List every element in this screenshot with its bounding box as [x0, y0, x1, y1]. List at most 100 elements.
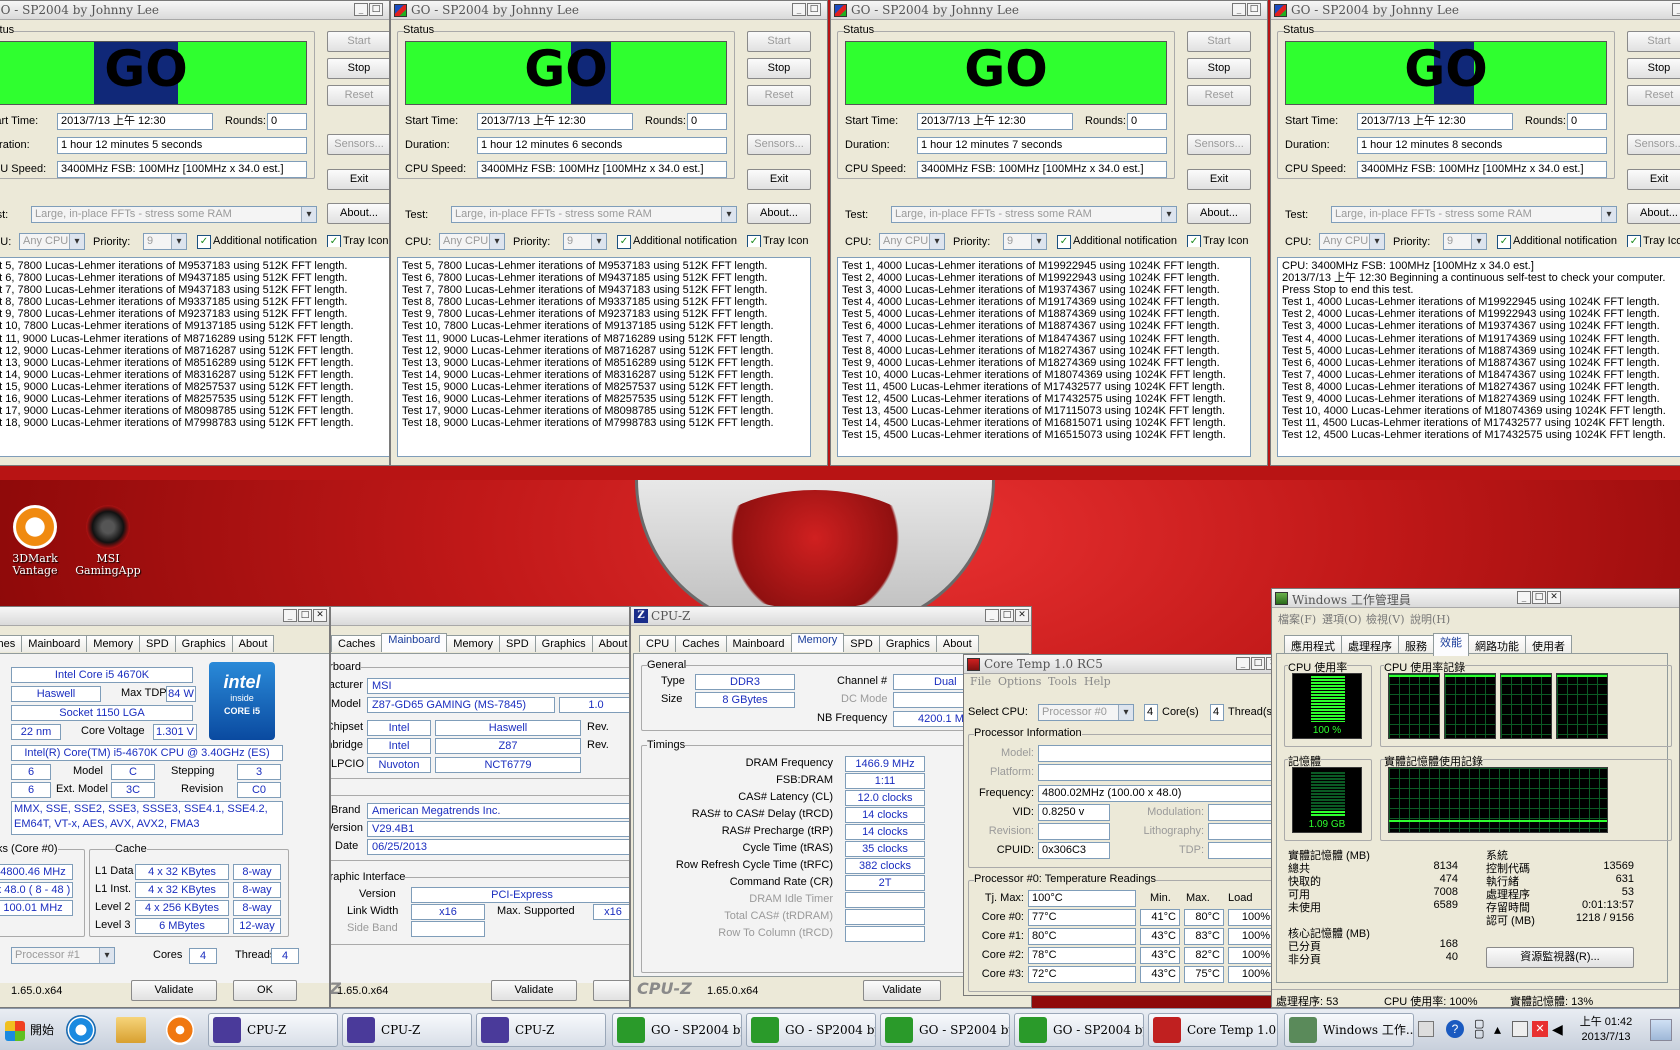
internet-explorer-icon[interactable] [66, 1015, 96, 1045]
cpu-select[interactable]: Any CPU [439, 233, 505, 250]
menu-item[interactable]: 選項(O) [1322, 611, 1362, 627]
clock[interactable]: 上午 01:42 2013/7/13 [1570, 1015, 1642, 1045]
test-type-select[interactable]: Large, in-place FFTs - stress some RAM [451, 206, 737, 223]
show-hidden-icons[interactable]: ▴ [1494, 1021, 1501, 1038]
title-bar[interactable]: GO - SP2004 by Johnny Lee _□ [831, 1, 1267, 20]
sp2004-window[interactable]: GO - SP2004 by Johnny Lee _□ Status GO St… [830, 0, 1268, 466]
tab-caches[interactable]: Caches [675, 635, 727, 652]
minimize-button[interactable]: _ [1232, 3, 1246, 16]
title-bar[interactable]: GO - SP2004 by Johnny Lee _□ [391, 1, 827, 20]
start-button[interactable]: 開始 [2, 1013, 54, 1047]
show-desktop-button[interactable] [1650, 1019, 1672, 1041]
reset-button[interactable]: Reset [1627, 85, 1680, 106]
validate-button[interactable]: Validate [863, 980, 941, 1001]
minimize-button[interactable]: _ [1236, 657, 1250, 670]
tray-icon-checkbox[interactable]: Tray Icon [1627, 235, 1680, 247]
cpuz-window-cpu[interactable]: _□✕ Caches Mainboard Memory SPD Graphics… [0, 606, 330, 1008]
taskbar-item[interactable]: CPU-Z [208, 1013, 338, 1047]
stop-button[interactable]: Stop [327, 58, 389, 79]
network-error-icon[interactable]: ✕ [1532, 1021, 1548, 1037]
tab-caches[interactable]: Caches [0, 635, 23, 652]
reset-button[interactable]: Reset [747, 85, 811, 106]
cpu-select[interactable]: Any CPU [1319, 233, 1385, 250]
stop-button[interactable]: Stop [1627, 58, 1680, 79]
start-button[interactable]: Start [327, 31, 389, 52]
exit-button[interactable]: Exit [747, 169, 811, 190]
taskbar-item[interactable]: Core Temp 1.0 ... [1148, 1013, 1278, 1047]
ok-button[interactable]: OK [233, 980, 297, 1001]
about-button[interactable]: About... [747, 203, 811, 224]
sp2004-window[interactable]: GO - SP2004 by Johnny Lee _□ Status GO St… [390, 0, 828, 466]
task-manager-window[interactable]: Windows 工作管理員 _ □ ✕ 檔案(F) 選項(O) 檢視(V) 說明(H) 應用… [1271, 588, 1680, 1008]
cpuz-window-mainboard[interactable]: Caches Mainboard Memory SPD Graphics Abo… [330, 606, 630, 1008]
priority-select[interactable]: 9 [1003, 233, 1047, 250]
processor-select[interactable]: Processor #1 [11, 947, 115, 964]
exit-button[interactable]: Exit [327, 169, 389, 190]
minimize-button[interactable]: _ [283, 609, 297, 622]
tab-about[interactable]: About [935, 635, 979, 652]
test-type-select[interactable]: Large, in-place FFTs - stress some RAM [1331, 206, 1617, 223]
test-type-select[interactable]: Large, in-place FFTs - stress some RAM [891, 206, 1177, 223]
start-button[interactable]: Start [747, 31, 811, 52]
tray-icon-checkbox[interactable]: Tray Icon [327, 235, 389, 247]
ok-button[interactable] [593, 980, 629, 1001]
maximize-button[interactable]: □ [807, 3, 821, 16]
tab-caches[interactable]: Caches [331, 635, 383, 652]
maximize-button[interactable]: □ [1532, 591, 1546, 604]
sensors-button[interactable]: Sensors... [747, 134, 811, 155]
reset-button[interactable]: Reset [1187, 85, 1251, 106]
tab-mainboard[interactable]: Mainboard [381, 633, 448, 652]
maximize-button[interactable]: □ [1000, 609, 1014, 622]
tray-icon-checkbox[interactable]: Tray Icon [1187, 235, 1251, 247]
title-bar[interactable]: Z CPU-Z _ □ ✕ [631, 607, 1031, 626]
tab-graphics[interactable]: Graphics [174, 635, 233, 652]
maximize-button[interactable]: □ [1247, 3, 1261, 16]
taskbar-item[interactable]: CPU-Z [476, 1013, 606, 1047]
test-log[interactable]: Test 5, 7800 Lucas-Lehmer iterations of … [0, 257, 389, 457]
taskbar-item[interactable]: GO - SP2004 by ... [1014, 1013, 1144, 1047]
title-bar[interactable]: GO - SP2004 by Johnny Lee _□ [0, 1, 389, 20]
tab-cpu[interactable]: CPU [639, 635, 677, 652]
sensors-button[interactable]: Sensors... [1627, 134, 1680, 155]
tab-memory[interactable]: Memory [446, 635, 501, 652]
menu-options[interactable]: Options [998, 675, 1041, 688]
stop-button[interactable]: Stop [747, 58, 811, 79]
stop-button[interactable]: Stop [1187, 58, 1251, 79]
language-icon[interactable]: ▢ ▢ [1474, 1019, 1484, 1040]
test-log[interactable]: Test 5, 7800 Lucas-Lehmer iterations of … [397, 257, 811, 457]
taskbar-item[interactable]: GO - SP2004 by ... [880, 1013, 1010, 1047]
help-icon[interactable]: ? [1446, 1020, 1464, 1038]
volume-icon[interactable]: ◀ [1552, 1021, 1563, 1038]
menu-item[interactable]: 檔案(F) [1278, 611, 1316, 627]
taskbar-item[interactable]: Windows 工作... [1284, 1013, 1414, 1047]
resource-monitor-button[interactable]: 資源監視器(R)... [1486, 947, 1634, 968]
additional-notification-checkbox[interactable]: Additional notification [617, 235, 737, 249]
about-button[interactable]: About... [1627, 203, 1680, 224]
priority-select[interactable]: 9 [563, 233, 607, 250]
tab-spd[interactable]: SPD [139, 635, 176, 652]
tab-spd[interactable]: SPD [499, 635, 536, 652]
menu-item[interactable]: 檢視(V) [1366, 611, 1405, 627]
tab-mainboard[interactable]: Mainboard [21, 635, 88, 652]
exit-button[interactable]: Exit [1627, 169, 1680, 190]
additional-notification-checkbox[interactable]: Additional notification [197, 235, 317, 249]
title-bar[interactable]: Windows 工作管理員 _ □ ✕ [1272, 589, 1679, 608]
minimize-button[interactable]: _ [1517, 591, 1531, 604]
taskbar-item[interactable]: GO - SP2004 by ... [612, 1013, 742, 1047]
priority-select[interactable]: 9 [143, 233, 187, 250]
menu-file[interactable]: File [970, 675, 991, 688]
coretemp-window[interactable]: Core Temp 1.0 RC5_□✕ File Options Tools … [963, 654, 1283, 996]
priority-select[interactable]: 9 [1443, 233, 1487, 250]
validate-button[interactable]: Validate [491, 980, 577, 1001]
title-bar[interactable]: _ □ ✕ [0, 607, 329, 626]
additional-notification-checkbox[interactable]: Additional notification [1497, 235, 1617, 249]
maximize-button[interactable]: □ [1251, 657, 1265, 670]
test-log[interactable]: CPU: 3400MHz FSB: 100MHz [100MHz x 34.0 … [1277, 257, 1680, 457]
start-button[interactable]: Start [1187, 31, 1251, 52]
cpu-select[interactable]: Any CPU [19, 233, 85, 250]
test-log[interactable]: Test 1, 4000 Lucas-Lehmer iterations of … [837, 257, 1251, 457]
menu-tools[interactable]: Tools [1048, 675, 1077, 688]
minimize-button[interactable]: _ [985, 609, 999, 622]
desktop-icon-msi-gamingapp[interactable]: MSI GamingApp [68, 505, 148, 577]
sensors-button[interactable]: Sensors... [1187, 134, 1251, 155]
